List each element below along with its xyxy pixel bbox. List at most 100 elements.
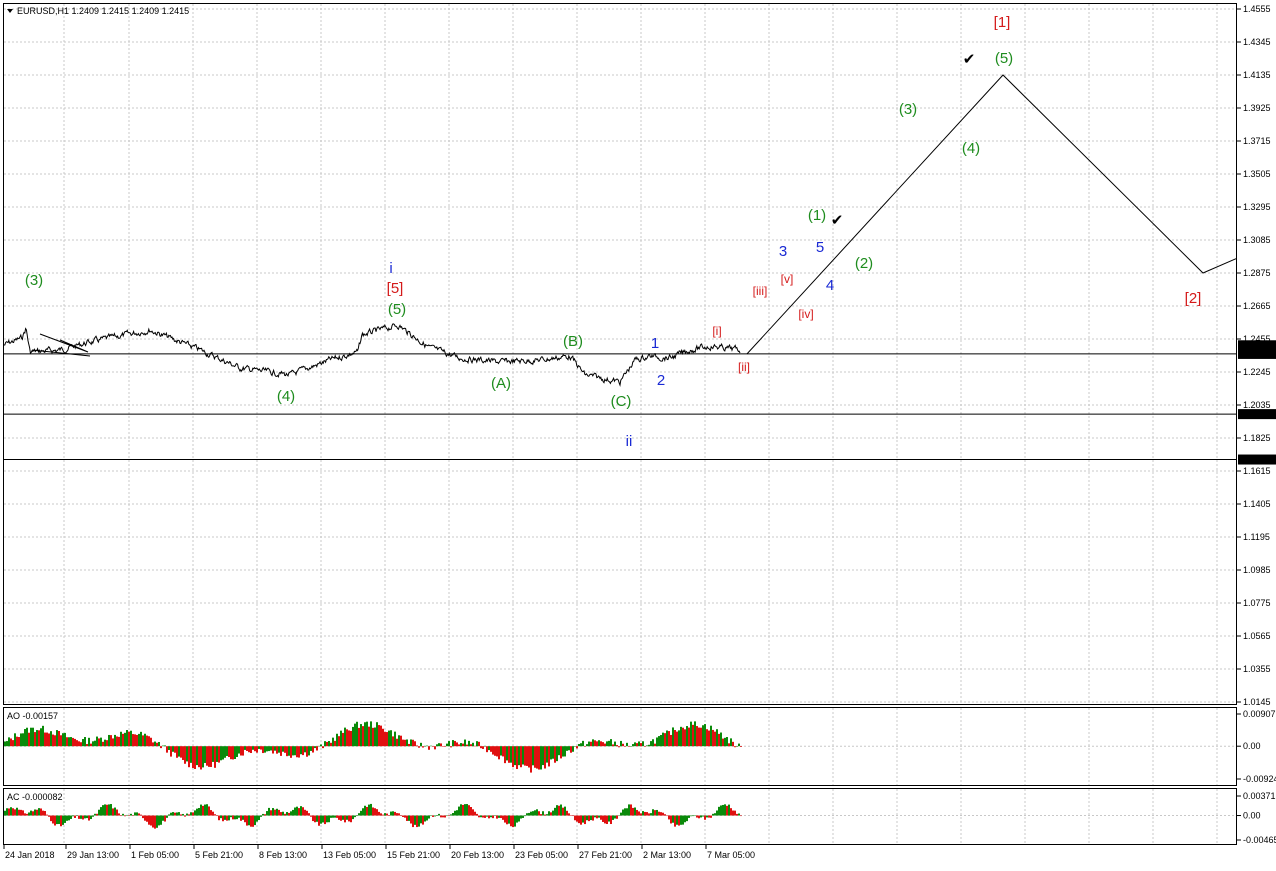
ac-bar	[182, 813, 184, 816]
ao-bar	[660, 735, 662, 747]
ao-bar	[22, 733, 24, 747]
ao-bar	[314, 746, 316, 749]
ao-bar	[8, 737, 10, 747]
ac-bar	[272, 808, 274, 816]
ao-bar	[26, 727, 28, 747]
ac-bar	[626, 808, 628, 816]
ao-bar	[350, 730, 352, 747]
price-tick-label: 1.4345	[1243, 37, 1271, 47]
ac-bar	[582, 815, 584, 823]
ac-bar	[36, 809, 38, 816]
ao-bar	[678, 730, 680, 747]
ac-bar	[4, 810, 6, 816]
price-tick-label: 1.4135	[1243, 70, 1271, 80]
ac-bar	[540, 814, 542, 816]
ao-bar	[640, 743, 642, 747]
ao-bar	[556, 746, 558, 762]
ao-bar	[570, 746, 572, 753]
ao-bar	[322, 746, 324, 749]
ac-bar	[382, 814, 384, 816]
ac-bar	[648, 813, 650, 816]
ac-bar	[420, 815, 422, 824]
ac-bar	[700, 815, 702, 818]
ao-bar	[106, 740, 108, 747]
ao-bar	[642, 741, 644, 747]
ao-bar	[664, 733, 666, 747]
ac-bar	[460, 804, 462, 816]
ac-bar	[612, 815, 614, 820]
ao-bar	[312, 746, 314, 753]
wave-label: 2	[657, 372, 665, 389]
ao-bar	[472, 742, 474, 747]
ac-bar	[74, 815, 76, 818]
ao-bar	[318, 745, 320, 747]
ac-bar	[216, 815, 218, 817]
ao-bar	[478, 741, 480, 747]
ao-bar	[170, 746, 172, 757]
wave-label: ii	[626, 433, 633, 450]
chart-canvas[interactable]: 1.4555 1.4345 1.4135 1.3925 1.3715 1.3505 1.32…	[0, 0, 1276, 866]
ac-bar	[442, 815, 444, 818]
ac-bar	[220, 815, 222, 819]
ac-bar	[366, 806, 368, 816]
ao-bar	[528, 746, 530, 768]
ao-bar	[250, 746, 252, 754]
ao-bar	[698, 727, 700, 747]
ac-bar	[590, 815, 592, 821]
ao-bar	[58, 730, 60, 747]
ac-bar	[160, 815, 162, 825]
ao-bar	[94, 740, 96, 747]
ao-bar	[702, 725, 704, 747]
ao-bar	[368, 726, 370, 747]
price-tick-label: 1.0355	[1243, 664, 1271, 674]
ac-bar	[168, 814, 170, 816]
ao-bar	[638, 741, 640, 747]
ac-bar	[478, 815, 480, 818]
chart-window[interactable]: 1.4555 1.4345 1.4135 1.3925 1.3715 1.3505 1.32…	[0, 0, 1276, 866]
ao-bar	[330, 742, 332, 747]
ao-bar	[422, 746, 424, 748]
ac-bar	[520, 815, 522, 819]
ao-bar	[610, 739, 612, 747]
ao-bar	[604, 743, 606, 747]
ac-bar	[268, 807, 270, 816]
ac-bar	[372, 807, 374, 816]
ao-bar	[740, 746, 742, 747]
ao-bar	[466, 744, 468, 747]
ac-bar	[512, 815, 514, 828]
ac-bar	[688, 815, 690, 818]
ao-bar	[234, 746, 236, 760]
ac-bar	[574, 815, 576, 821]
ac-bar	[32, 811, 34, 816]
ac-bar	[294, 807, 296, 816]
ac-bar	[670, 815, 672, 824]
ac-bar	[616, 815, 618, 819]
ac-bar	[518, 815, 520, 822]
ac-bar	[8, 808, 10, 816]
ao-bar	[384, 731, 386, 747]
ao-bar	[238, 746, 240, 754]
ac-bar	[668, 815, 670, 820]
ao-bar	[592, 739, 594, 747]
ac-bar	[506, 815, 508, 825]
ao-bar	[394, 731, 396, 747]
wave-label: [1]	[994, 14, 1011, 31]
ao-bar	[40, 728, 42, 747]
ao-bar	[128, 731, 130, 747]
ac-bar	[558, 805, 560, 816]
ao-bar	[56, 730, 58, 747]
ao-bar	[256, 746, 258, 753]
ac-bar	[204, 804, 206, 816]
ac-bar	[174, 812, 176, 816]
ao-bar	[558, 746, 560, 756]
ao-bar	[254, 746, 256, 752]
ao-bar	[496, 746, 498, 757]
ac-bar	[596, 815, 598, 819]
ao-bar	[724, 737, 726, 747]
ao-bar	[402, 739, 404, 747]
ac-bar	[684, 815, 686, 823]
ao-bar	[232, 746, 234, 760]
ac-bar	[542, 811, 544, 816]
wave-label: (3)	[25, 272, 43, 289]
ao-bar	[230, 746, 232, 760]
